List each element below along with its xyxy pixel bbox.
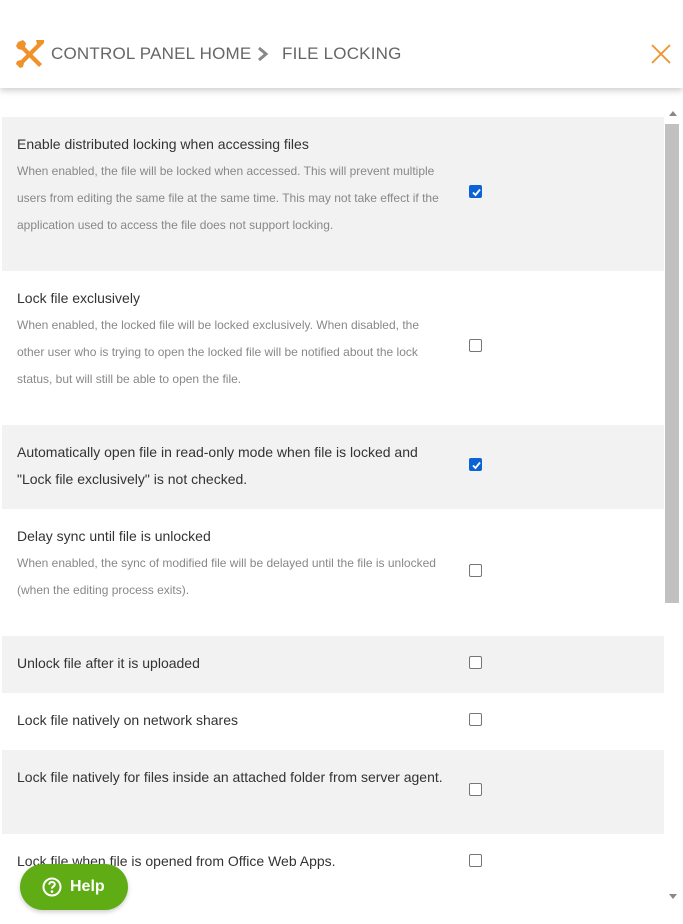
setting-lock-network-shares: Lock file natively on network shares: [2, 693, 664, 750]
close-icon[interactable]: [649, 42, 673, 66]
scroll-down-icon[interactable]: [669, 894, 677, 900]
lock-exclusively-checkbox[interactable]: [469, 339, 482, 352]
distributed-locking-checkbox[interactable]: [469, 185, 482, 198]
delay-sync-checkbox[interactable]: [469, 564, 482, 577]
setting-title: Automatically open file in read-only mod…: [17, 444, 418, 487]
setting-title: Unlock file after it is uploaded: [17, 655, 200, 671]
breadcrumb-home[interactable]: CONTROL PANEL HOME: [51, 44, 251, 64]
help-icon: [42, 877, 62, 897]
scroll-up-icon[interactable]: [669, 110, 677, 116]
setting-lock-exclusively: Lock file exclusively When enabled, the …: [2, 271, 664, 425]
setting-description: When enabled, the sync of modified file …: [17, 556, 436, 597]
chevron-right-icon: [258, 46, 269, 62]
breadcrumb-current: FILE LOCKING: [282, 44, 402, 63]
setting-description: When enabled, the locked file will be lo…: [17, 318, 419, 386]
tools-icon: [16, 40, 44, 68]
setting-unlock-after-upload: Unlock file after it is uploaded: [2, 636, 664, 693]
scrollbar-thumb[interactable]: [665, 124, 679, 603]
setting-title: Lock file natively for files inside an a…: [17, 769, 443, 785]
read-only-mode-checkbox[interactable]: [469, 458, 482, 471]
help-label: Help: [70, 878, 105, 895]
lock-network-shares-checkbox[interactable]: [469, 713, 482, 726]
setting-title: Delay sync until file is unlocked: [17, 528, 211, 544]
setting-description: When enabled, the file will be locked wh…: [17, 164, 439, 232]
scrollbar[interactable]: [665, 108, 681, 908]
settings-list: Enable distributed locking when accessin…: [2, 117, 664, 891]
setting-delay-sync: Delay sync until file is unlocked When e…: [2, 509, 664, 636]
setting-lock-attached-folder: Lock file natively for files inside an a…: [2, 750, 664, 834]
setting-read-only-mode: Automatically open file in read-only mod…: [2, 425, 664, 509]
settings-panel: Enable distributed locking when accessin…: [0, 88, 683, 924]
lock-attached-folder-checkbox[interactable]: [469, 783, 482, 796]
setting-title: Enable distributed locking when accessin…: [17, 136, 309, 152]
help-button[interactable]: Help: [20, 864, 128, 910]
lock-office-web-apps-checkbox[interactable]: [469, 854, 482, 867]
header-bar: CONTROL PANEL HOME FILE LOCKING: [0, 0, 683, 88]
unlock-after-upload-checkbox[interactable]: [469, 656, 482, 669]
setting-distributed-locking: Enable distributed locking when accessin…: [2, 117, 664, 271]
setting-title: Lock file natively on network shares: [17, 712, 238, 728]
setting-title: Lock file exclusively: [17, 290, 140, 306]
